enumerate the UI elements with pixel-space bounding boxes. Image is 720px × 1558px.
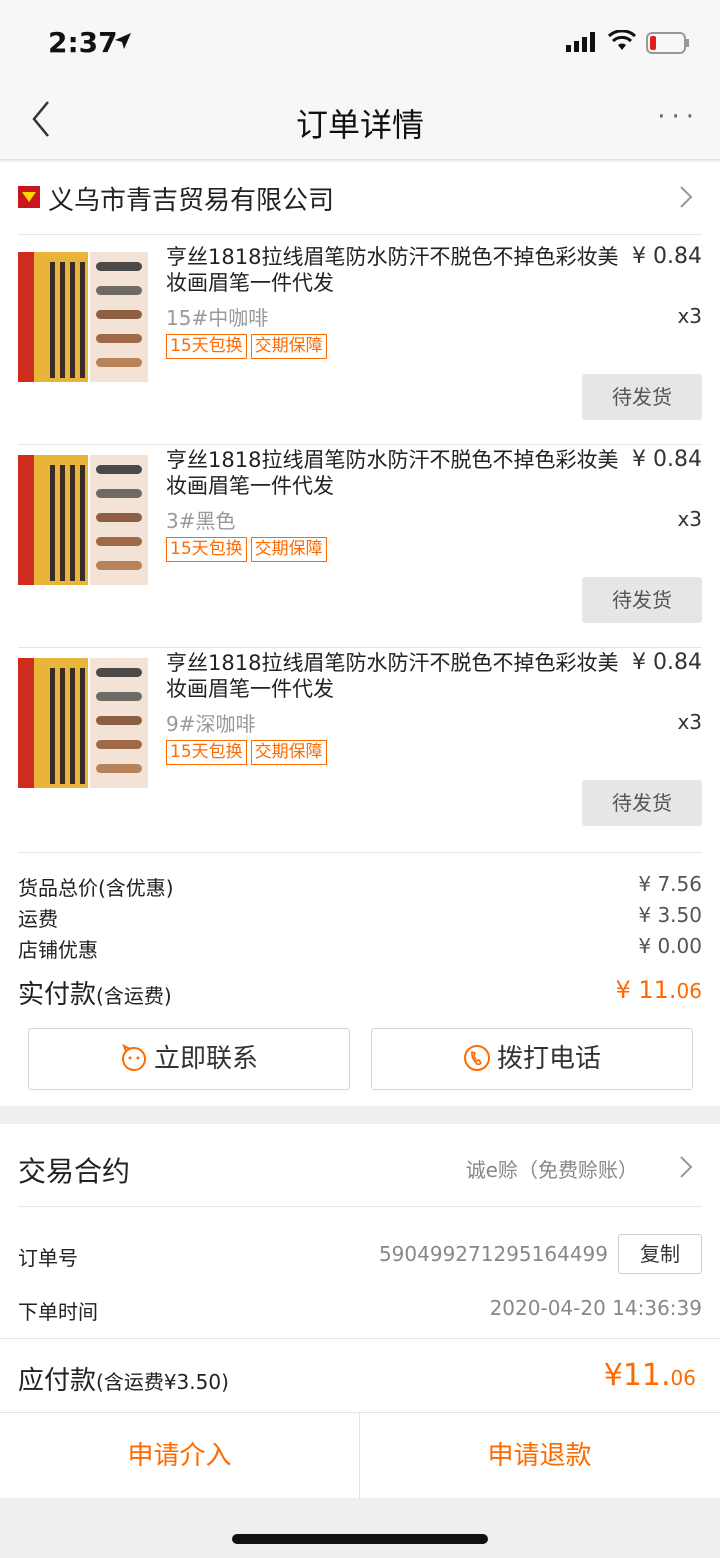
discount-row: 店铺优惠 ¥ 0.00 <box>18 934 702 963</box>
divider <box>18 852 702 853</box>
payable-amount: ¥11.06 <box>603 1358 696 1393</box>
shop-logo-icon <box>18 186 40 208</box>
product-quantity: x3 <box>677 507 702 531</box>
discount-value: ¥ 0.00 <box>638 934 702 958</box>
paid-row: 实付款(含运费) ¥ 11.06 <box>18 974 702 1011</box>
product-quantity: x3 <box>677 304 702 328</box>
contact-seller-button[interactable]: 立即联系 <box>28 1028 350 1090</box>
product-quantity: x3 <box>677 710 702 734</box>
divider <box>18 1206 702 1207</box>
tag-delivery-guarantee: 交期保障 <box>250 537 327 562</box>
page-title: 订单详情 <box>295 106 424 144</box>
product-price: ¥ 0.84 <box>632 650 702 675</box>
order-info-card: 交易合约 诚e赊（免费赊账） 订单号 590499271295164499 复制… <box>0 1124 720 1412</box>
shop-name: 义乌市青吉贸易有限公司 <box>48 186 335 216</box>
service-tags: 15天包换 交期保障 <box>166 334 331 359</box>
chat-face-icon <box>121 1043 146 1071</box>
service-tags: 15天包换 交期保障 <box>166 537 331 562</box>
contract-label[interactable]: 交易合约 <box>18 1150 130 1190</box>
more-button[interactable]: ··· <box>657 102 700 132</box>
status-time: 2:37 <box>48 26 118 59</box>
product-image <box>18 455 148 585</box>
goods-total-label: 货品总价(含优惠) <box>18 876 174 900</box>
request-intervention-button[interactable]: 申请介入 <box>0 1413 359 1499</box>
order-item[interactable]: 亨丝1818拉线眉笔防水防汗不脱色不掉色彩妆美妆画眉笔一件代发 ¥ 0.84 1… <box>0 234 720 437</box>
tag-exchange: 15天包换 <box>166 334 247 359</box>
product-title: 亨丝1818拉线眉笔防水防汗不脱色不掉色彩妆美妆画眉笔一件代发 <box>166 448 619 498</box>
bottom-action-bar: 申请介入 申请退款 <box>0 1412 720 1499</box>
order-card: 义乌市青吉贸易有限公司 亨丝1818拉线眉笔防水防汗不脱色不掉色彩妆美妆画眉笔一… <box>0 162 720 1106</box>
service-tags: 15天包换 交期保障 <box>166 740 331 765</box>
product-image <box>18 658 148 788</box>
product-variant: 3#黑色 <box>166 509 236 533</box>
paid-label: 实付款 <box>18 980 97 1010</box>
paid-label-suffix: (含运费) <box>96 984 172 1008</box>
product-price: ¥ 0.84 <box>632 447 702 472</box>
request-refund-button[interactable]: 申请退款 <box>360 1413 719 1499</box>
status-bar: 2:37 <box>0 0 720 78</box>
phone-icon <box>463 1044 490 1071</box>
product-title: 亨丝1818拉线眉笔防水防汗不脱色不掉色彩妆美妆画眉笔一件代发 <box>166 651 619 701</box>
battery-icon <box>646 32 689 54</box>
copy-order-number-button[interactable]: 复制 <box>618 1234 702 1274</box>
order-item[interactable]: 亨丝1818拉线眉笔防水防汗不脱色不掉色彩妆美妆画眉笔一件代发 ¥ 0.84 3… <box>0 437 720 640</box>
goods-total-row: 货品总价(含优惠) ¥ 7.56 <box>18 872 702 901</box>
chevron-right-icon[interactable] <box>678 1154 694 1180</box>
chevron-right-icon <box>680 186 693 208</box>
wifi-icon <box>608 30 636 50</box>
tag-exchange: 15天包换 <box>166 537 247 562</box>
home-indicator[interactable] <box>232 1534 488 1544</box>
location-arrow-icon <box>115 33 131 49</box>
paid-amount: ¥ 11.06 <box>615 976 702 1004</box>
tag-exchange: 15天包换 <box>166 740 247 765</box>
divider <box>0 1338 720 1339</box>
call-seller-label: 拨打电话 <box>496 1044 601 1074</box>
shipping-row: 运费 ¥ 3.50 <box>18 903 702 932</box>
contract-value[interactable]: 诚e赊（免费赊账） <box>466 1154 638 1183</box>
shipping-status-button[interactable]: 待发货 <box>582 374 702 420</box>
shipping-value: ¥ 3.50 <box>638 903 702 927</box>
contact-seller-label: 立即联系 <box>153 1044 258 1074</box>
call-seller-button[interactable]: 拨打电话 <box>371 1028 693 1090</box>
tag-delivery-guarantee: 交期保障 <box>250 740 327 765</box>
cellular-signal-icon <box>566 32 595 52</box>
payable-label: 应付款(含运费¥3.50) <box>18 1366 229 1396</box>
order-time-label: 下单时间 <box>18 1300 98 1324</box>
order-number-label: 订单号 <box>18 1246 78 1270</box>
tag-delivery-guarantee: 交期保障 <box>250 334 327 359</box>
nav-bar: 订单详情 ··· <box>0 78 720 160</box>
shop-row[interactable]: 义乌市青吉贸易有限公司 <box>0 162 720 234</box>
product-variant: 9#深咖啡 <box>166 712 256 736</box>
order-time-value: 2020-04-20 14:36:39 <box>489 1296 702 1320</box>
product-title: 亨丝1818拉线眉笔防水防汗不脱色不掉色彩妆美妆画眉笔一件代发 <box>166 245 619 295</box>
product-variant: 15#中咖啡 <box>166 306 269 330</box>
shipping-status-button[interactable]: 待发货 <box>582 577 702 623</box>
goods-total-value: ¥ 7.56 <box>638 872 702 896</box>
shipping-label: 运费 <box>18 907 58 931</box>
shipping-status-button[interactable]: 待发货 <box>582 780 702 826</box>
order-item[interactable]: 亨丝1818拉线眉笔防水防汗不脱色不掉色彩妆美妆画眉笔一件代发 ¥ 0.84 9… <box>0 640 720 843</box>
product-image <box>18 252 148 382</box>
order-number: 590499271295164499 <box>378 1242 608 1266</box>
product-price: ¥ 0.84 <box>632 244 702 269</box>
discount-label: 店铺优惠 <box>18 938 98 962</box>
